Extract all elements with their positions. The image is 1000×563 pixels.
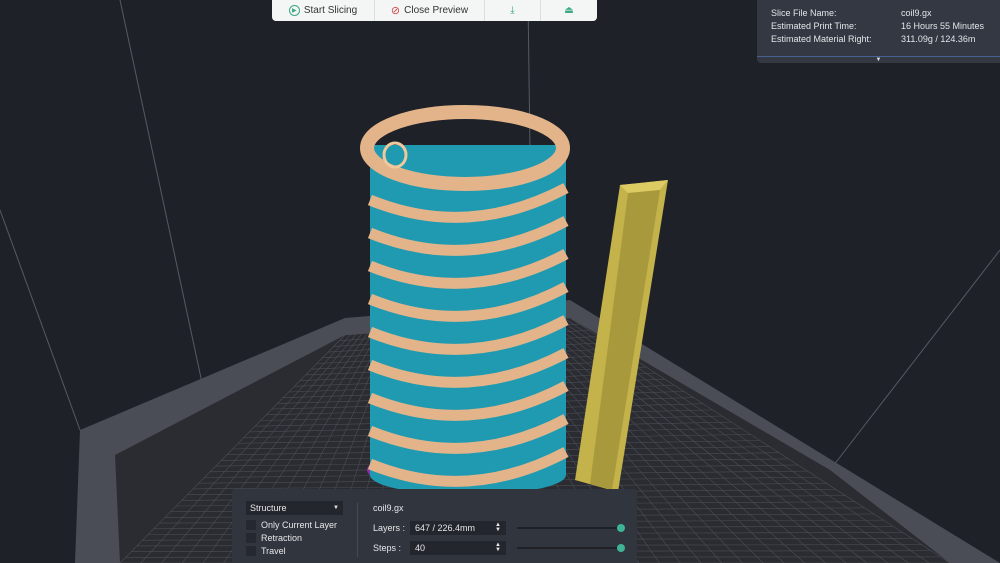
send-to-printer-icon: ⏏ <box>564 5 574 16</box>
travel-checkbox[interactable]: Travel <box>246 546 286 556</box>
steps-spinbox[interactable]: 40 ▲ ▼ <box>410 541 506 555</box>
close-preview-button[interactable]: ⊘ Close Preview <box>375 0 485 21</box>
only-current-layer-checkbox[interactable]: Only Current Layer <box>246 520 337 530</box>
retraction-checkbox[interactable]: Retraction <box>246 533 302 543</box>
preview-toolbar: ▶ Start Slicing ⊘ Close Preview ⤓ ⏏ <box>272 0 597 21</box>
play-icon: ▶ <box>288 5 300 16</box>
steps-slider[interactable] <box>517 544 625 552</box>
spin-arrows-icon: ▲ ▼ <box>495 542 501 553</box>
3d-viewport[interactable] <box>0 0 1000 563</box>
slider-handle[interactable] <box>617 544 625 552</box>
divider <box>357 503 358 557</box>
file-name: coil9.gx <box>373 503 404 513</box>
export-button[interactable]: ⤓ <box>485 0 541 21</box>
slider-handle[interactable] <box>617 524 625 532</box>
print-button[interactable]: ⏏ <box>541 0 597 21</box>
preview-control-panel: Structure ▼ Only Current Layer Retraction… <box>232 489 637 563</box>
slice-info-panel: Slice File Name: coil9.gx Estimated Print… <box>757 0 1000 63</box>
layers-slider[interactable] <box>517 524 625 532</box>
view-mode-select[interactable]: Structure ▼ <box>246 501 343 515</box>
start-slicing-button[interactable]: ▶ Start Slicing <box>272 0 375 21</box>
download-icon: ⤓ <box>510 5 515 16</box>
build-volume-edge <box>829 249 1000 471</box>
build-volume-edge <box>0 209 81 431</box>
info-value: coil9.gx <box>901 8 932 18</box>
layers-spinbox[interactable]: 647 / 226.4mm ▲ ▼ <box>410 521 506 535</box>
info-label: Slice File Name: <box>771 8 837 18</box>
layers-label: Layers : <box>373 523 406 533</box>
info-label: Estimated Material Right: <box>771 34 872 44</box>
collapse-caret-icon[interactable]: ▼ <box>757 56 1000 63</box>
info-value: 16 Hours 55 Minutes <box>901 21 985 31</box>
info-value: 311.09g / 124.36m <box>901 34 976 44</box>
prohibit-icon: ⊘ <box>390 5 401 17</box>
steps-label: Steps : <box>373 543 402 553</box>
spin-arrows-icon: ▲ ▼ <box>495 522 501 533</box>
chevron-down-icon: ▼ <box>333 505 339 511</box>
info-label: Estimated Print Time: <box>771 21 857 31</box>
